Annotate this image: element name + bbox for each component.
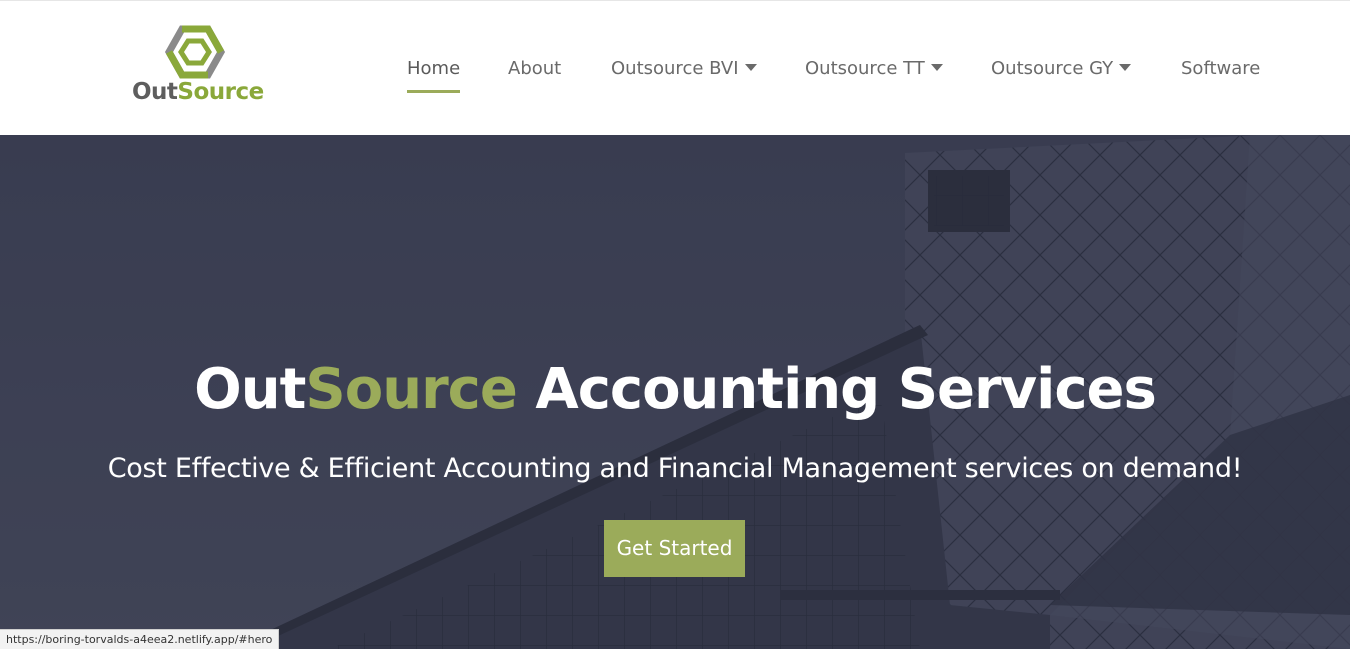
nav-outsource-tt-label: Outsource TT	[805, 58, 925, 79]
site-header: OutSource Home About Outsource BVI Outso…	[0, 0, 1350, 135]
nav-outsource-bvi[interactable]: Outsource BVI	[611, 56, 757, 94]
hero-title: OutSource Accounting Services	[0, 357, 1350, 422]
caret-down-icon	[1119, 63, 1132, 71]
nav-home-label: Home	[407, 58, 461, 79]
nav-outsource-tt[interactable]: Outsource TT	[805, 56, 943, 94]
caret-down-icon	[744, 63, 757, 71]
nav-about-label: About	[508, 58, 562, 79]
get-started-button[interactable]: Get Started	[604, 520, 745, 577]
hero-title-rest: Accounting Services	[516, 357, 1156, 422]
nav-outsource-gy[interactable]: Outsource GY	[991, 56, 1132, 94]
nav-software-label: Software	[1181, 58, 1261, 79]
nav-outsource-gy-label: Outsource GY	[991, 58, 1114, 79]
browser-status-bar: https://boring-torvalds-a4eea2.netlify.a…	[0, 629, 280, 649]
hero-section: OutSource Accounting Services Cost Effec…	[0, 135, 1350, 649]
hero-subtitle: Cost Effective & Efficient Accounting an…	[107, 453, 1243, 484]
hero-title-out: Out	[194, 357, 306, 422]
caret-down-icon	[930, 63, 943, 71]
hero-title-source: Source	[305, 357, 517, 422]
nav-software[interactable]: Software	[1181, 56, 1260, 94]
nav-home[interactable]: Home	[407, 56, 461, 94]
main-nav: Home About Outsource BVI Outsource TT Ou…	[0, 1, 1350, 136]
nav-about[interactable]: About	[508, 56, 561, 94]
nav-outsource-bvi-label: Outsource BVI	[611, 58, 739, 79]
